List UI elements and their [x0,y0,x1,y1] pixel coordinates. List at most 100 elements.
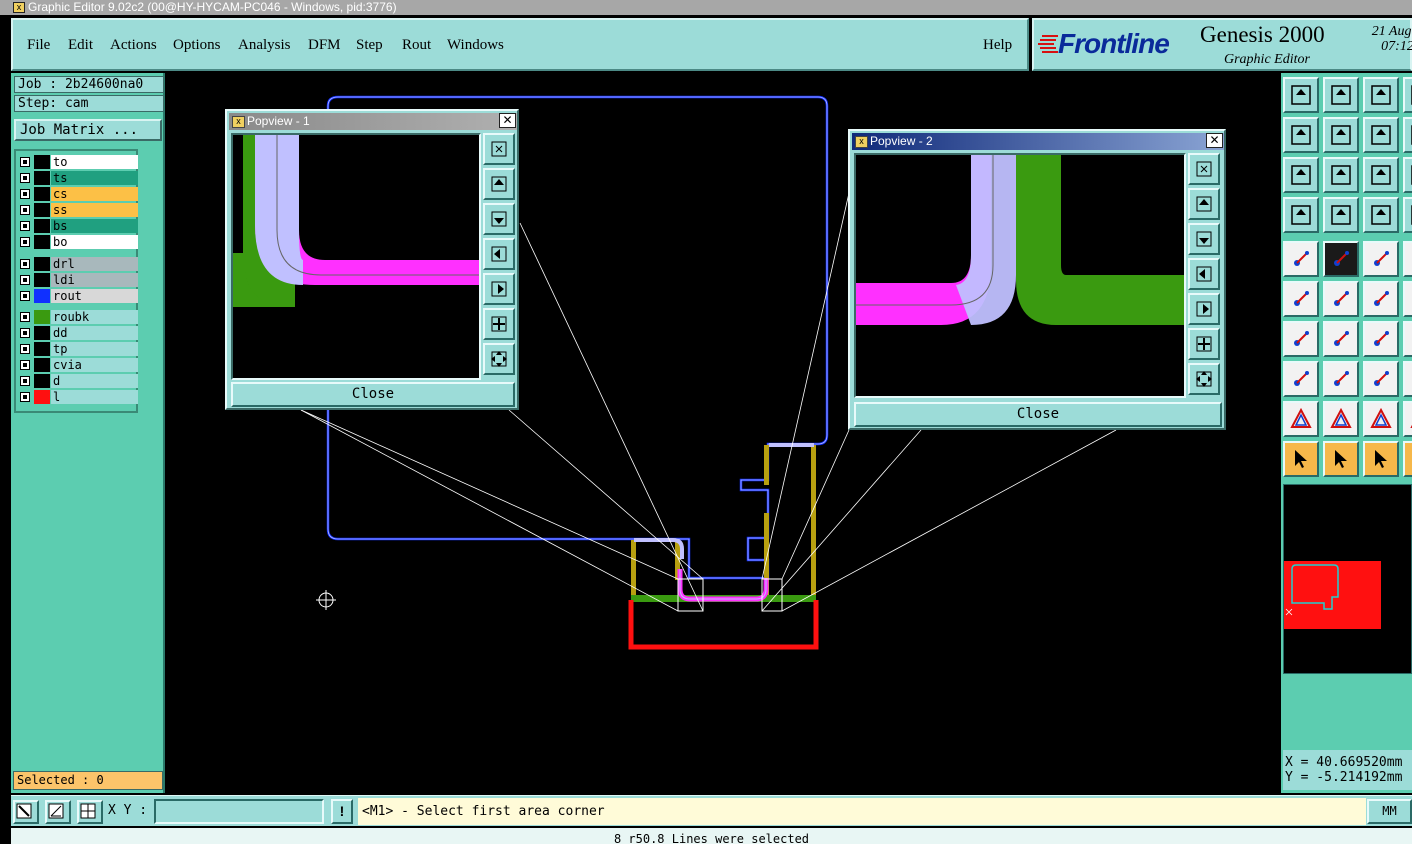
popview-2-close-icon[interactable]: ✕ [1206,133,1223,148]
extra-tool-icon[interactable] [1403,321,1412,357]
popview-2-close-button[interactable]: Close [854,402,1222,427]
extra-tool-icon[interactable] [1403,281,1412,317]
minimap[interactable] [1283,484,1412,674]
layer-row-rout[interactable]: rout [20,289,138,303]
popview-1-pan-down-button[interactable] [483,203,515,235]
layer-name[interactable]: l [51,390,138,404]
layer-name[interactable]: cs [51,187,138,201]
layer-name[interactable]: ts [51,171,138,185]
connect-tool-icon[interactable] [1283,281,1319,317]
menu-windows[interactable]: Windows [447,37,504,54]
layer-checkbox[interactable] [20,376,30,386]
extra-tool-icon[interactable] [1403,157,1412,193]
layer-checkbox[interactable] [20,221,30,231]
layer-checkbox[interactable] [20,291,30,301]
menu-help[interactable]: Help [983,37,1012,54]
snap-tool-icon[interactable] [1323,197,1359,233]
popview-2-pan-up-button[interactable] [1188,188,1220,220]
select-arrow-target-tool-icon[interactable] [1363,441,1399,477]
move-down-tool-icon[interactable] [1323,77,1359,113]
layer-color-swatch[interactable] [34,326,50,340]
menu-analysis[interactable]: Analysis [238,37,291,54]
layer-row-drl[interactable]: drl [20,257,138,271]
select-arrow-tool-icon[interactable] [1283,441,1319,477]
layer-checkbox[interactable] [20,205,30,215]
layer-color-swatch[interactable] [34,257,50,271]
layer-color-swatch[interactable] [34,171,50,185]
layer-checkbox[interactable] [20,312,30,322]
home-tool-icon[interactable] [1363,77,1399,113]
popview-1-zoom-out-button[interactable] [483,343,515,375]
popview-1-zoom-fit-button[interactable] [483,133,515,165]
popview-2-pan-down-button[interactable] [1188,223,1220,255]
tools-tool-icon[interactable] [1283,197,1319,233]
extra-tool-icon[interactable] [1403,401,1412,437]
extra-tool-icon[interactable] [1403,77,1412,113]
layer-name[interactable]: rout [51,289,138,303]
layer-color-swatch[interactable] [34,310,50,324]
layer-color-swatch[interactable] [34,273,50,287]
layer-checkbox[interactable] [20,344,30,354]
grid-mode-icon[interactable] [77,800,103,824]
popview-1-canvas[interactable] [231,133,481,380]
layer-color-swatch[interactable] [34,187,50,201]
layer-checkbox[interactable] [20,392,30,402]
layer-checkbox[interactable] [20,157,30,167]
layer-name[interactable]: ldi [51,273,138,287]
layer-row-dd[interactable]: dd [20,326,138,340]
layer-color-swatch[interactable] [34,342,50,356]
popview-1-pan-right-button[interactable] [483,273,515,305]
layer-row-d[interactable]: d [20,374,138,388]
layer-color-swatch[interactable] [34,219,50,233]
zoom-fit-tool-icon[interactable] [1283,157,1319,193]
layer-row-roubk[interactable]: roubk [20,310,138,324]
delete-tool-icon[interactable] [1323,281,1359,317]
layer-name[interactable]: cvia [51,358,138,372]
xy-input[interactable] [154,799,324,824]
layer-color-swatch[interactable] [34,390,50,404]
menu-options[interactable]: Options [173,37,221,54]
layer-checkbox[interactable] [20,275,30,285]
layer-name[interactable]: d [51,374,138,388]
layer-name[interactable]: bo [51,235,138,249]
popview-2-pan-right-button[interactable] [1188,293,1220,325]
angle-tool-icon[interactable] [1283,321,1319,357]
layer-checkbox[interactable] [20,328,30,338]
menu-edit[interactable]: Edit [68,37,93,54]
zoom-center-tool-icon[interactable] [1323,157,1359,193]
menu-file[interactable]: File [27,37,50,54]
popview-1-zoom-in-button[interactable] [483,308,515,340]
layer-name[interactable]: drl [51,257,138,271]
pad-tool-icon[interactable] [1283,241,1319,277]
arc-tool-icon[interactable] [1363,321,1399,357]
popview-2-zoom-fit-button[interactable] [1188,153,1220,185]
layer-row-bo[interactable]: bo [20,235,138,249]
extra-tool-icon[interactable] [1403,441,1412,477]
popview-2-zoom-in-button[interactable] [1188,328,1220,360]
popview-2-zoom-out-button[interactable] [1188,363,1220,395]
popview-2-pan-left-button[interactable] [1188,258,1220,290]
menu-actions[interactable]: Actions [110,37,157,54]
measure-mode-icon[interactable] [45,800,71,824]
layer-color-swatch[interactable] [34,235,50,249]
undo-view-tool-icon[interactable] [1363,117,1399,153]
menu-dfm[interactable]: DFM [308,37,341,54]
layer-row-bs[interactable]: bs [20,219,138,233]
move-left-tool-icon[interactable] [1283,117,1319,153]
resize-tool-icon[interactable] [1363,281,1399,317]
popview-1-pan-up-button[interactable] [483,168,515,200]
job-matrix-button[interactable]: Job Matrix ... [14,119,162,141]
warning-button[interactable]: ! [331,799,353,824]
popview-1-close-icon[interactable]: ✕ [499,113,516,128]
layer-color-swatch[interactable] [34,374,50,388]
layer-row-cs[interactable]: cs [20,187,138,201]
extra-tool-icon[interactable] [1403,241,1412,277]
extra-tool-icon[interactable] [1403,361,1412,397]
layer-checkbox[interactable] [20,360,30,370]
menu-rout[interactable]: Rout [402,37,431,54]
layer-name[interactable]: ss [51,203,138,217]
layer-checkbox[interactable] [20,237,30,247]
extra-tool-icon[interactable] [1403,197,1412,233]
point-tool-icon[interactable] [1283,361,1319,397]
layer-row-to[interactable]: to [20,155,138,169]
